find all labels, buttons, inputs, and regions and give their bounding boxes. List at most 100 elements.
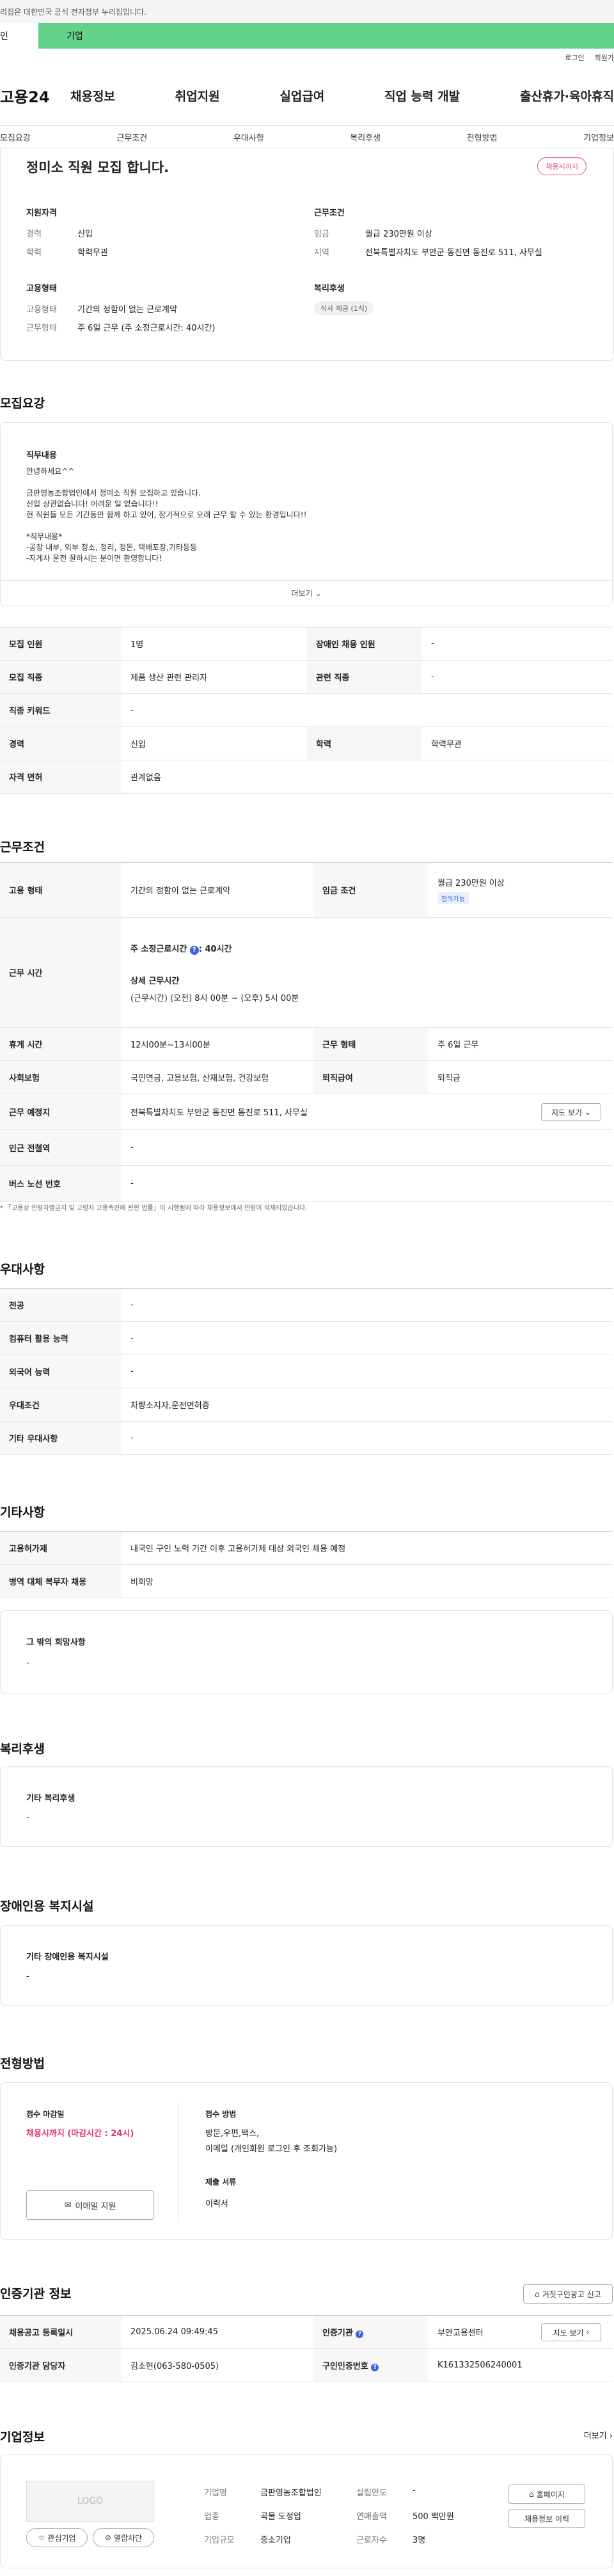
table-row: 인증기관 담당자 김소현(063-580-0505) 구인인증번호 ? K161332… xyxy=(0,2348,613,2382)
menu-item-jobs[interactable]: 채용정보 xyxy=(70,87,115,104)
tab-pref[interactable]: 우대사항 xyxy=(233,131,264,143)
job-history-label: 채용정보 이력 xyxy=(524,2514,570,2524)
table-row: 직종 키워드 - xyxy=(0,693,613,727)
region-value: 전북특별자치도 부안군 동진면 동진로 511, 사무실 xyxy=(365,248,542,258)
tab-benefit[interactable]: 복리후생 xyxy=(350,131,381,143)
hours-detail: (근무시간) (오전) 8시 00분 ~ (오후) 5시 00분 xyxy=(130,993,299,1003)
logo-text: LOGO xyxy=(77,2496,104,2506)
table-row: 인근 전철역 - xyxy=(0,1129,613,1166)
tab-recruit[interactable]: 모집요강 xyxy=(0,131,31,143)
emp-head: 고용형태 xyxy=(26,284,57,294)
edu-value: 학력무관 xyxy=(77,248,108,258)
table-row: 외국어 능력 - xyxy=(0,1355,613,1388)
row-label: 버스 노선 번호 xyxy=(0,1165,122,1202)
row-label: 근무 시간 xyxy=(0,917,122,1028)
pref-table: 전공 - 컴퓨터 활용 능력 - 외국어 능력 - 우대조건 차량소지자,운전면허증 기… xyxy=(0,1288,613,1455)
row-label: 근무 형태 xyxy=(313,1027,429,1061)
region-label: 지역 xyxy=(314,248,329,258)
row-value: - xyxy=(122,1321,613,1355)
row-value: 국민연금, 고용보험, 산재보험, 건강보험 xyxy=(122,1060,313,1094)
menu-item-support[interactable]: 취업지원 xyxy=(175,87,220,104)
homepage-button[interactable]: ⌂ 홈페이지 xyxy=(508,2485,585,2504)
report-label: 거짓구인광고 신고 xyxy=(542,2289,601,2299)
join-link[interactable]: 회원가 xyxy=(595,52,614,65)
info-label: 연매출액 xyxy=(356,2512,387,2522)
edu-label: 학력 xyxy=(26,248,42,258)
agency-table: 채용공고 등록일시 2025.06.24 09:49:45 인증기관 ? 부안고용센터… xyxy=(0,2315,613,2382)
row-value: 학력무관 xyxy=(422,726,613,760)
row-value: 2025.06.24 09:49:45 xyxy=(122,2315,313,2349)
job-history-button[interactable]: 채용정보 이력 xyxy=(508,2509,585,2528)
qual-block: 지원자격 경력 신입 학력 학력무관 xyxy=(26,206,282,258)
login-link[interactable]: 로그인 xyxy=(565,52,584,65)
company-info-grid: 기업명 금판영농조합법인 설립연도 - 업종 곡물 도정업 연매출액 500 백만원 기… xyxy=(204,2486,489,2545)
menu-item-benefit[interactable]: 실업급여 xyxy=(279,87,324,104)
agency-map-button[interactable]: 지도 보기 › xyxy=(541,2323,601,2341)
table-row: 자격 면허 관계없음 xyxy=(0,760,613,794)
hours-cell: 주 소정근로시간 ?: 40시간 상세 근무시간 (근무시간) (오전) 8시 … xyxy=(122,917,613,1028)
row-label: 사회보험 xyxy=(0,1060,122,1094)
recruit-table: 모집 인원 1명 장애인 채용 인원 - 모집 직종 제품 생산 관련 관리자 관련 직종… xyxy=(0,627,613,794)
table-row: 근무 시간 주 소정근로시간 ?: 40시간 상세 근무시간 (근무시간) (오… xyxy=(0,917,613,1028)
job-desc-line: 신입 상관없습니다! 어려운 일 없습니다!! xyxy=(26,499,159,508)
disabled-value: - xyxy=(26,1972,29,1981)
row-value: 김소현(063-580-0505) xyxy=(122,2348,313,2382)
map-button-label: 지도 보기 xyxy=(551,1108,582,1117)
company-box: LOGO ☆ 관심기업 ⊘ 열람차단 기업명 금판영농조합법인 설립연도 - 업종 곡물 … xyxy=(0,2454,613,2568)
career-label: 경력 xyxy=(26,230,42,239)
tab-individual[interactable]: 인 xyxy=(0,23,38,49)
no-label: 구인인증번호 xyxy=(322,2362,368,2371)
info-icon[interactable]: ? xyxy=(356,2330,364,2338)
star-icon: ☆ xyxy=(38,2533,45,2542)
worktype-label: 근무형태 xyxy=(26,324,57,333)
block-view-button[interactable]: ⊘ 열람차단 xyxy=(93,2528,154,2547)
table-row: 고용허가제 내국인 구인 노력 기간 이후 고용허가제 대상 외국인 채용 예정 xyxy=(0,1531,613,1565)
fav-company-button[interactable]: ☆ 관심기업 xyxy=(26,2528,88,2547)
org-value: 부안고용센터 xyxy=(437,2329,484,2338)
block-icon: ⊘ xyxy=(104,2533,111,2542)
menu-item-training[interactable]: 직업 능력 개발 xyxy=(384,87,460,104)
menu-item-leave[interactable]: 출산휴가·육아휴직 xyxy=(520,87,614,104)
row-label: 장애인 채용 인원 xyxy=(307,627,422,661)
row-value: 제품 생산 관련 관리자 xyxy=(122,660,307,694)
row-value: - xyxy=(122,1355,613,1388)
place-cell: 전북특별자치도 부안군 동진면 동진로 511, 사무실 지도 보기 ⌄ xyxy=(122,1094,613,1130)
tab-process[interactable]: 전형방법 xyxy=(467,131,498,143)
welfare-block: 복리후생 식사 제공 (1식) xyxy=(314,281,374,315)
email-apply-label: 이메일 지원 xyxy=(75,2201,116,2211)
wage-chip: 협의가능 xyxy=(437,891,469,904)
job-desc-head: 직무내용 xyxy=(26,451,57,460)
row-value: - xyxy=(122,1165,613,1202)
report-button[interactable]: ⌂ 거짓구인광고 신고 xyxy=(523,2284,613,2304)
table-row: 버스 노선 번호 - xyxy=(0,1165,613,1202)
other-wish-head: 그 밖의 희망사항 xyxy=(26,1638,86,1647)
tab-work[interactable]: 근무조건 xyxy=(116,131,147,143)
worktype-value: 주 6일 근무 (주 소정근로시간: 40시간) xyxy=(77,324,216,333)
wage-value: 월급 230만원 이상 xyxy=(365,230,432,239)
etc-table: 고용허가제 내국인 구인 노력 기간 이후 고용허가제 대상 외국인 채용 예정 … xyxy=(0,1531,613,1598)
mail-icon: ✉ xyxy=(64,2200,72,2210)
tab-company-info[interactable]: 기업정보 xyxy=(583,131,614,143)
site-logo[interactable]: 고용24 xyxy=(0,84,70,107)
row-value: - xyxy=(422,627,613,661)
tab-company[interactable]: 기업 xyxy=(38,23,614,49)
row-label: 관련 직종 xyxy=(307,660,422,694)
company-more-link[interactable]: 더보기 › xyxy=(584,2429,613,2441)
info-value: - xyxy=(413,2486,416,2495)
row-value: 비희망 xyxy=(122,1564,613,1598)
age-footnote: * 「고용상 연령차별금지 및 고령자 고용촉진에 관한 법률」이 시행됨에 따… xyxy=(0,1205,308,1212)
info-icon[interactable]: ? xyxy=(371,2364,379,2371)
map-button[interactable]: 지도 보기 ⌄ xyxy=(541,1103,601,1121)
more-toggle[interactable]: 더보기 ⌄ xyxy=(1,580,612,606)
etc-title: 기타사항 xyxy=(0,1505,45,1520)
info-icon[interactable]: ? xyxy=(189,945,199,955)
method-head: 접수 방법 xyxy=(205,2110,237,2119)
row-label: 자격 면허 xyxy=(0,760,122,794)
table-row: 경력 신입 학력 학력무관 xyxy=(0,726,613,760)
table-row: 기타 우대사항 - xyxy=(0,1421,613,1455)
disabled-head: 기타 장애인용 복지시설 xyxy=(26,1952,109,1962)
table-row: 사회보험 국민연금, 고용보험, 산재보험, 건강보험 퇴직급여 퇴직금 xyxy=(0,1060,613,1094)
email-apply-button[interactable]: ✉ 이메일 지원 xyxy=(26,2190,154,2220)
method-line2: 이메일 (개인회원 로그인 후 조회가능) xyxy=(205,2144,338,2154)
row-label: 인증기관 ? xyxy=(313,2315,429,2349)
